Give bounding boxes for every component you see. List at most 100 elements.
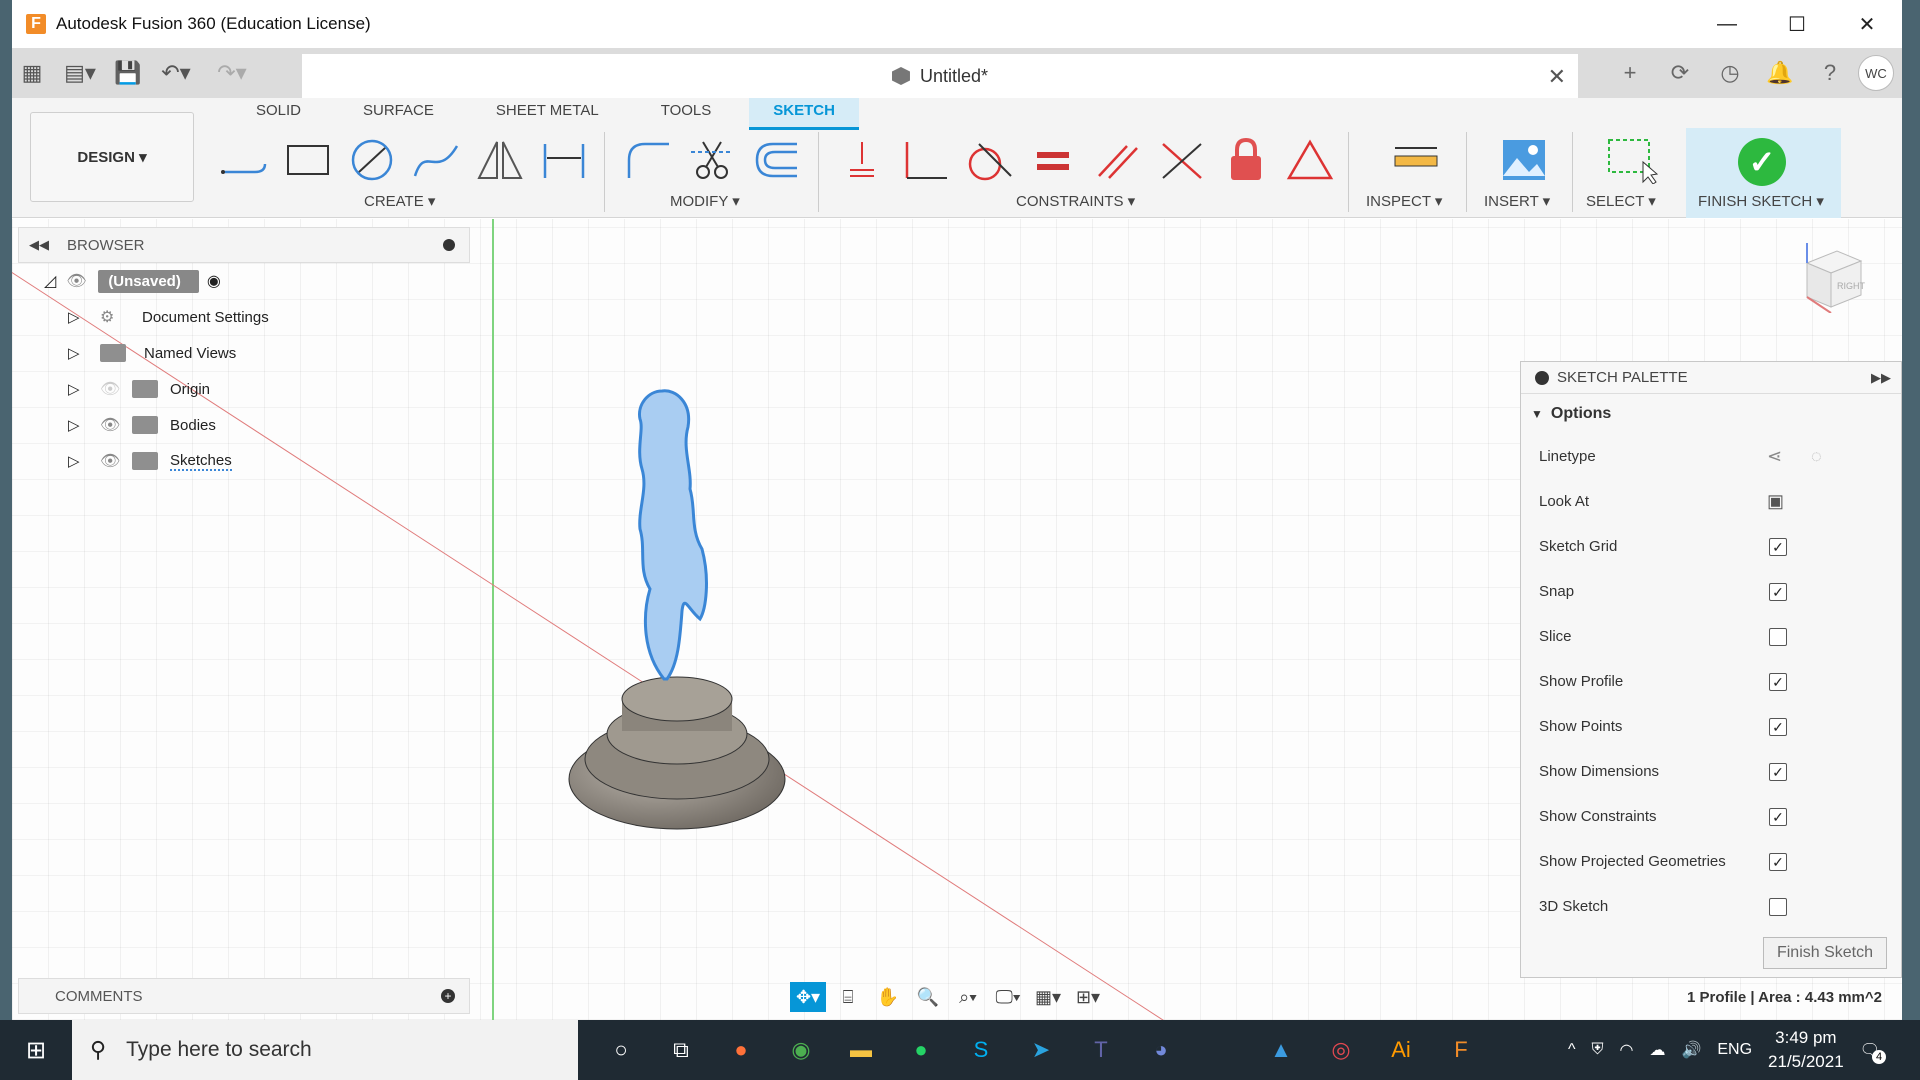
- symmetry-triangle-icon[interactable]: [1278, 136, 1342, 184]
- windows-start-icon[interactable]: ⊞: [0, 1020, 72, 1080]
- parallel-constraint-icon[interactable]: [1086, 136, 1150, 184]
- tab-solid[interactable]: SOLID: [232, 98, 325, 130]
- whatsapp-icon[interactable]: ●: [894, 1020, 948, 1080]
- grid-settings-icon[interactable]: ▦▾: [1030, 982, 1066, 1012]
- language-indicator[interactable]: ENG: [1717, 1041, 1752, 1059]
- browser-item-bodies[interactable]: ▷ 👁 Bodies: [18, 407, 470, 443]
- expand-triangle-icon[interactable]: ▷: [68, 452, 84, 470]
- browser-item-sketches[interactable]: ▷ 👁 Sketches: [18, 443, 470, 479]
- notifications-bell-icon[interactable]: 🔔: [1758, 53, 1802, 93]
- tab-sketch[interactable]: SKETCH: [749, 98, 859, 130]
- close-button[interactable]: ✕: [1832, 0, 1902, 48]
- constraints-group-label[interactable]: CONSTRAINTS ▾: [1016, 192, 1135, 210]
- orbit-move-icon[interactable]: ✥▾: [790, 982, 826, 1012]
- construction-linetype-icon[interactable]: ⋖: [1767, 446, 1782, 467]
- comments-panel[interactable]: COMMENTS +: [18, 978, 470, 1014]
- circle-tool-icon[interactable]: [340, 136, 404, 184]
- expand-triangle-icon[interactable]: ▷: [68, 344, 84, 362]
- show-dimensions-checkbox[interactable]: ✓: [1769, 762, 1787, 781]
- user-avatar[interactable]: WC: [1858, 55, 1894, 91]
- job-status-icon[interactable]: ◷: [1708, 53, 1752, 93]
- fillet-tool-icon[interactable]: [616, 136, 680, 184]
- security-icon[interactable]: ⛨: [1591, 1041, 1603, 1059]
- maximize-button[interactable]: ☐: [1762, 0, 1832, 48]
- canvas-viewport[interactable]: ◀◀ BROWSER ◿ 👁 (Unsaved) ◉ ▷ ⚙ Document …: [12, 219, 1902, 1020]
- insert-image-icon[interactable]: [1492, 136, 1556, 184]
- sketch-dimension-tool-icon[interactable]: [532, 136, 596, 184]
- workspace-switcher-button[interactable]: DESIGN ▾: [30, 112, 194, 202]
- data-panel-grid-icon[interactable]: ▦: [12, 53, 52, 93]
- perpendicular-constraint-icon[interactable]: [894, 136, 958, 184]
- palette-minimize-icon[interactable]: [1535, 370, 1549, 385]
- centerline-linetype-icon[interactable]: ◌: [1811, 446, 1822, 467]
- fit-zoom-icon[interactable]: ⌕▾: [950, 982, 986, 1012]
- extensions-icon[interactable]: ⟳: [1658, 53, 1702, 93]
- cloud-sync-icon[interactable]: ☁: [1649, 1040, 1665, 1060]
- volume-icon[interactable]: 🔊: [1681, 1040, 1701, 1060]
- file-explorer-icon[interactable]: ▬: [834, 1020, 888, 1080]
- help-icon[interactable]: ?: [1808, 53, 1852, 93]
- show-projected-geometries-checkbox[interactable]: ✓: [1769, 852, 1787, 871]
- new-tab-icon[interactable]: +: [1608, 53, 1652, 93]
- measure-ruler-icon[interactable]: [1384, 136, 1448, 184]
- notification-center-icon[interactable]: 🗨 4: [1860, 1040, 1886, 1064]
- expand-triangle-icon[interactable]: ▷: [68, 380, 84, 398]
- tab-sheet-metal[interactable]: SHEET METAL: [472, 98, 623, 130]
- create-group-label[interactable]: CREATE ▾: [364, 192, 435, 210]
- line-tool-icon[interactable]: [212, 136, 276, 184]
- save-icon[interactable]: 💾: [108, 53, 148, 93]
- firefox-icon[interactable]: ●: [714, 1020, 768, 1080]
- show-hidden-icons-chevron-icon[interactable]: ^: [1568, 1041, 1576, 1059]
- collapse-browser-icon[interactable]: ◀◀: [29, 237, 49, 253]
- minimize-button[interactable]: —: [1692, 0, 1762, 48]
- coincident-constraint-icon[interactable]: [830, 136, 894, 184]
- 3d-sketch-checkbox[interactable]: [1769, 897, 1787, 916]
- document-tab[interactable]: Untitled* ✕: [302, 54, 1578, 98]
- chrome-icon[interactable]: ◉: [774, 1020, 828, 1080]
- illustrator-icon[interactable]: Ai: [1374, 1020, 1428, 1080]
- task-view-icon[interactable]: ⧉: [654, 1020, 708, 1080]
- close-tab-icon[interactable]: ✕: [1548, 64, 1566, 90]
- look-at-camera-icon[interactable]: ⌸: [830, 982, 866, 1012]
- equal-constraint-icon[interactable]: [1022, 136, 1086, 184]
- tangent-constraint-icon[interactable]: [958, 136, 1022, 184]
- options-section-header[interactable]: ▼ Options: [1521, 394, 1901, 434]
- discord-icon[interactable]: ◕: [1134, 1020, 1188, 1080]
- expand-triangle-icon[interactable]: ▷: [68, 308, 84, 326]
- mirror-tool-icon[interactable]: [468, 136, 532, 184]
- teams-icon[interactable]: T: [1074, 1020, 1128, 1080]
- snap-checkbox[interactable]: ✓: [1769, 582, 1787, 601]
- rectangle-tool-icon[interactable]: [276, 136, 340, 184]
- look-at-icon[interactable]: ▣: [1767, 491, 1784, 512]
- sketch-profile[interactable]: [638, 389, 708, 681]
- skype-icon[interactable]: S: [954, 1020, 1008, 1080]
- taskbar-search-box[interactable]: ⚲ Type here to search: [72, 1020, 578, 1080]
- browser-minimize-icon[interactable]: [443, 239, 455, 251]
- expand-palette-icon[interactable]: ▶▶: [1871, 370, 1891, 386]
- trim-tool-icon[interactable]: [680, 136, 744, 184]
- offset-tool-icon[interactable]: [744, 136, 808, 184]
- visibility-eye-icon[interactable]: 👁: [100, 415, 122, 435]
- expand-root-icon[interactable]: ◿: [44, 271, 56, 291]
- slice-checkbox[interactable]: [1769, 627, 1787, 646]
- fusion-taskbar-icon[interactable]: F: [1434, 1020, 1488, 1080]
- tab-surface[interactable]: SURFACE: [339, 98, 458, 130]
- cortana-icon[interactable]: ○: [594, 1020, 648, 1080]
- pan-hand-icon[interactable]: ✋: [870, 982, 906, 1012]
- browser-root-row[interactable]: ◿ 👁 (Unsaved) ◉: [18, 263, 470, 299]
- creative-cloud-icon[interactable]: ◎: [1314, 1020, 1368, 1080]
- window-select-icon[interactable]: [1600, 136, 1664, 184]
- fix-lock-icon[interactable]: [1214, 136, 1278, 184]
- taskbar-clock[interactable]: 3:49 pm 21/5/2021: [1768, 1026, 1844, 1074]
- hidden-eye-icon[interactable]: 👁: [100, 379, 122, 399]
- expand-triangle-icon[interactable]: ▷: [68, 416, 84, 434]
- photos-icon[interactable]: ▲: [1254, 1020, 1308, 1080]
- show-constraints-checkbox[interactable]: ✓: [1769, 807, 1787, 826]
- display-settings-icon[interactable]: 🖵▾: [990, 982, 1026, 1012]
- show-points-checkbox[interactable]: ✓: [1769, 717, 1787, 736]
- file-menu-icon[interactable]: ▤▾: [52, 53, 108, 93]
- wifi-icon[interactable]: ◠: [1619, 1040, 1633, 1060]
- telegram-icon[interactable]: ➤: [1014, 1020, 1068, 1080]
- sketch-grid-checkbox[interactable]: ✓: [1769, 537, 1787, 556]
- modify-group-label[interactable]: MODIFY ▾: [670, 192, 740, 210]
